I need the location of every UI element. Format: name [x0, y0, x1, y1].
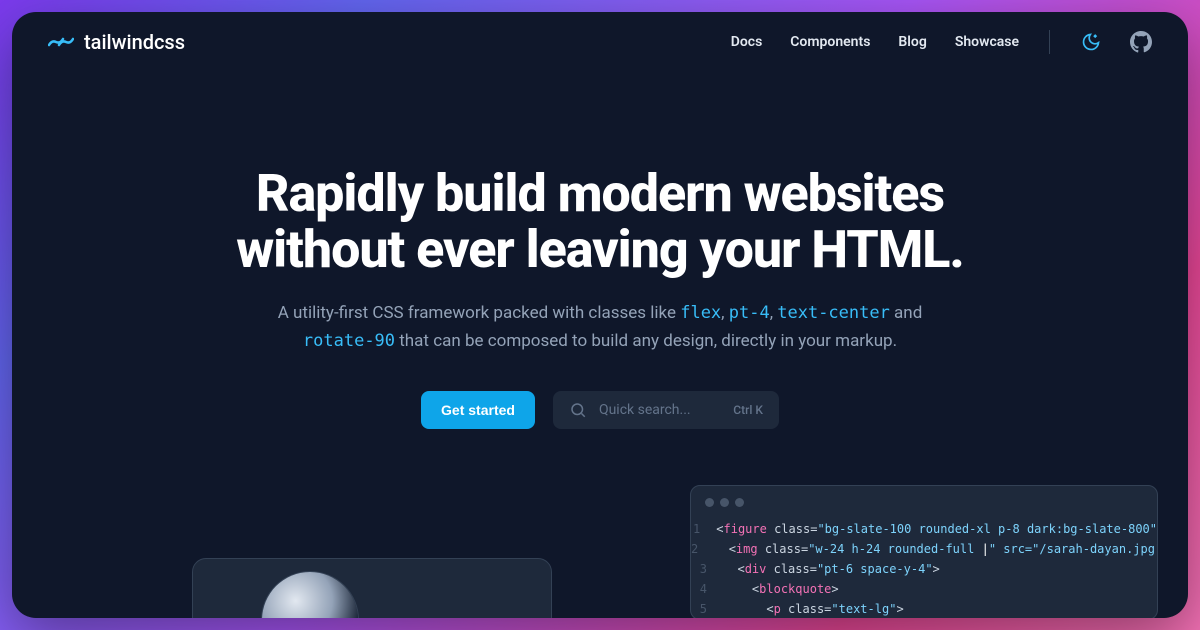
line-number: 2	[691, 542, 714, 556]
hero: Rapidly build modern websites without ev…	[12, 72, 1188, 429]
preview-card	[192, 558, 552, 618]
hero-sub-text: that can be composed to build any design…	[395, 331, 897, 351]
nav-divider	[1049, 30, 1050, 54]
get-started-button[interactable]: Get started	[421, 391, 535, 429]
line-number: 1	[691, 522, 716, 536]
code-content: <img class="w-24 h-24 rounded-full |" sr…	[714, 542, 1158, 556]
window-dot-icon	[735, 498, 744, 507]
search-icon	[569, 401, 587, 419]
page-frame: tailwindcss Docs Components Blog Showcas…	[12, 12, 1188, 618]
github-link[interactable]	[1130, 31, 1152, 53]
nav-components[interactable]: Components	[790, 34, 870, 50]
code-content: <p class="text-lg">	[723, 602, 904, 616]
window-controls	[691, 486, 1157, 519]
hero-sub-comma: ,	[721, 303, 729, 323]
brand-name: tailwindcss	[84, 30, 185, 54]
line-number: 5	[691, 602, 723, 616]
hero-sub-text: and	[890, 303, 922, 323]
code-token-pt4: pt-4	[729, 303, 770, 323]
logo[interactable]: tailwindcss	[48, 30, 185, 54]
code-content: <figure class="bg-slate-100 rounded-xl p…	[716, 522, 1157, 536]
code-token-text-center: text-center	[777, 303, 890, 323]
nav: Docs Components Blog Showcase	[731, 30, 1152, 54]
nav-blog[interactable]: Blog	[898, 34, 926, 50]
moon-icon	[1081, 32, 1101, 52]
code-line: 2 <img class="w-24 h-24 rounded-full |" …	[691, 539, 1157, 559]
code-line: 1<figure class="bg-slate-100 rounded-xl …	[691, 519, 1157, 539]
code-body: 1<figure class="bg-slate-100 rounded-xl …	[691, 519, 1157, 618]
hero-title: Rapidly build modern websites without ev…	[12, 166, 1188, 278]
hero-subtitle: A utility-first CSS framework packed wit…	[12, 300, 1188, 354]
code-line: 5 <p class="text-lg">	[691, 599, 1157, 618]
cta-row: Get started Quick search... Ctrl K	[12, 391, 1188, 429]
github-icon	[1130, 31, 1152, 53]
search-kbd-hint: Ctrl K	[733, 403, 763, 417]
code-content: <div class="pt-6 space-y-4">	[723, 562, 940, 576]
tailwind-logo-icon	[48, 34, 74, 50]
code-token-flex: flex	[680, 303, 721, 323]
hero-sub-text: A utility-first CSS framework packed wit…	[278, 303, 681, 323]
code-content: <blockquote>	[723, 582, 839, 596]
code-line: 3 <div class="pt-6 space-y-4">	[691, 559, 1157, 579]
line-number: 3	[691, 562, 723, 576]
window-dot-icon	[705, 498, 714, 507]
code-line: 4 <blockquote>	[691, 579, 1157, 599]
nav-docs[interactable]: Docs	[731, 34, 763, 50]
quick-search-button[interactable]: Quick search... Ctrl K	[553, 391, 779, 429]
header: tailwindcss Docs Components Blog Showcas…	[12, 12, 1188, 72]
code-token-rotate90: rotate-90	[303, 331, 395, 351]
search-placeholder: Quick search...	[599, 402, 721, 418]
hero-title-line2: without ever leaving your HTML.	[236, 219, 963, 280]
theme-toggle-button[interactable]	[1080, 31, 1102, 53]
code-editor: 1<figure class="bg-slate-100 rounded-xl …	[690, 485, 1158, 618]
nav-showcase[interactable]: Showcase	[955, 34, 1019, 50]
window-dot-icon	[720, 498, 729, 507]
line-number: 4	[691, 582, 723, 596]
hero-title-line1: Rapidly build modern websites	[256, 163, 944, 224]
